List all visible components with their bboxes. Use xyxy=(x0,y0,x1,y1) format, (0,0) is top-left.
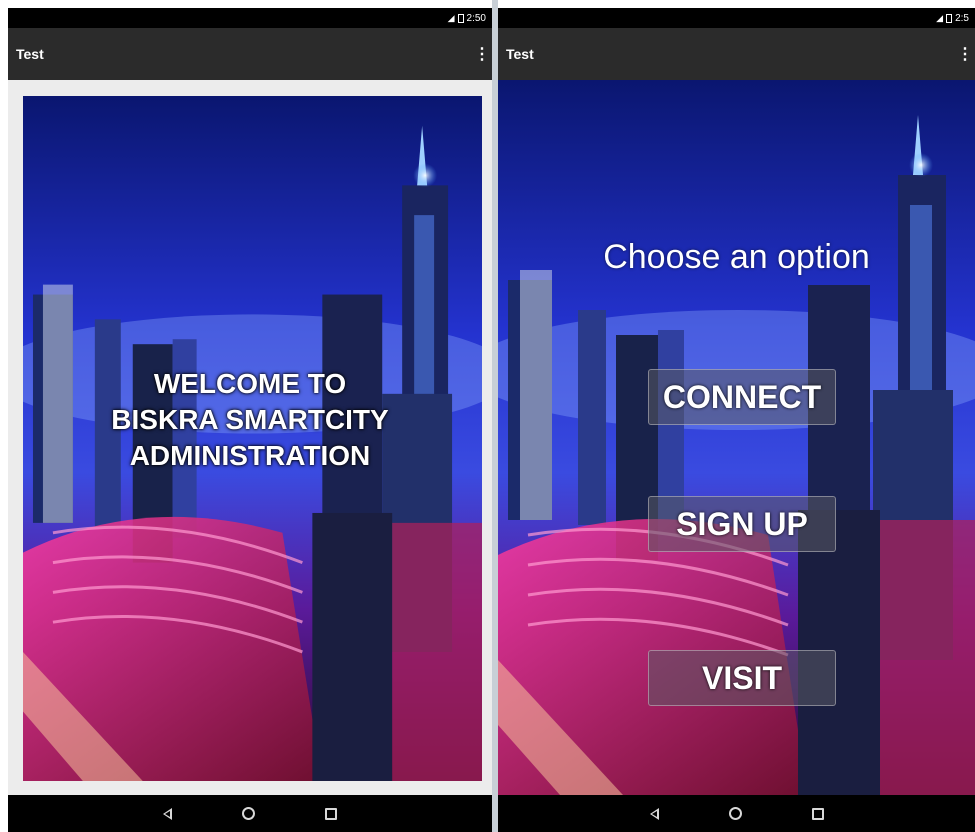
app-title: Test xyxy=(506,46,534,62)
recents-icon[interactable] xyxy=(325,807,337,820)
options-screen: ◢ 2:5 Test ⋮ Choose an option CONNECT SI… xyxy=(498,0,975,832)
status-time: 2:5 xyxy=(955,12,969,24)
welcome-screen: ◢ 2:50 Test ⋮ WELCOME TO BISKRA SMARTCIT… xyxy=(8,0,492,832)
status-bar: ◢ 2:50 xyxy=(8,8,492,28)
signal-icon: ◢ xyxy=(447,12,455,23)
welcome-line: WELCOME TO xyxy=(153,368,347,399)
status-bar: ◢ 2:5 xyxy=(498,8,975,28)
app-title: Test xyxy=(16,46,44,62)
overflow-menu-icon[interactable]: ⋮ xyxy=(957,44,973,64)
app-bar: Test ⋮ xyxy=(498,28,975,80)
back-icon[interactable] xyxy=(649,807,659,820)
home-icon[interactable] xyxy=(728,807,742,820)
sign-up-button[interactable]: SIGN UP xyxy=(648,496,836,552)
welcome-line: BISKRA SMARTCITY xyxy=(111,404,389,435)
welcome-message: WELCOME TO BISKRA SMARTCITY ADMINISTRATI… xyxy=(8,366,492,474)
visit-button[interactable]: VISIT xyxy=(648,650,836,706)
app-bar: Test ⋮ xyxy=(8,28,492,80)
back-icon[interactable] xyxy=(163,807,172,820)
status-time: 2:50 xyxy=(466,12,486,24)
content-area: WELCOME TO BISKRA SMARTCITY ADMINISTRATI… xyxy=(8,80,492,795)
content-area: Choose an option CONNECT SIGN UP VISIT xyxy=(498,80,975,795)
navigation-bar xyxy=(8,795,492,832)
welcome-line: ADMINISTRATION xyxy=(129,440,371,471)
connect-button[interactable]: CONNECT xyxy=(648,369,836,425)
battery-icon xyxy=(946,13,953,23)
battery-icon xyxy=(457,13,464,23)
signal-icon: ◢ xyxy=(936,12,944,23)
choose-option-heading: Choose an option xyxy=(603,238,870,276)
navigation-bar xyxy=(498,795,975,832)
recents-icon[interactable] xyxy=(811,807,824,820)
overflow-menu-icon[interactable]: ⋮ xyxy=(474,44,490,64)
home-icon[interactable] xyxy=(242,807,255,820)
